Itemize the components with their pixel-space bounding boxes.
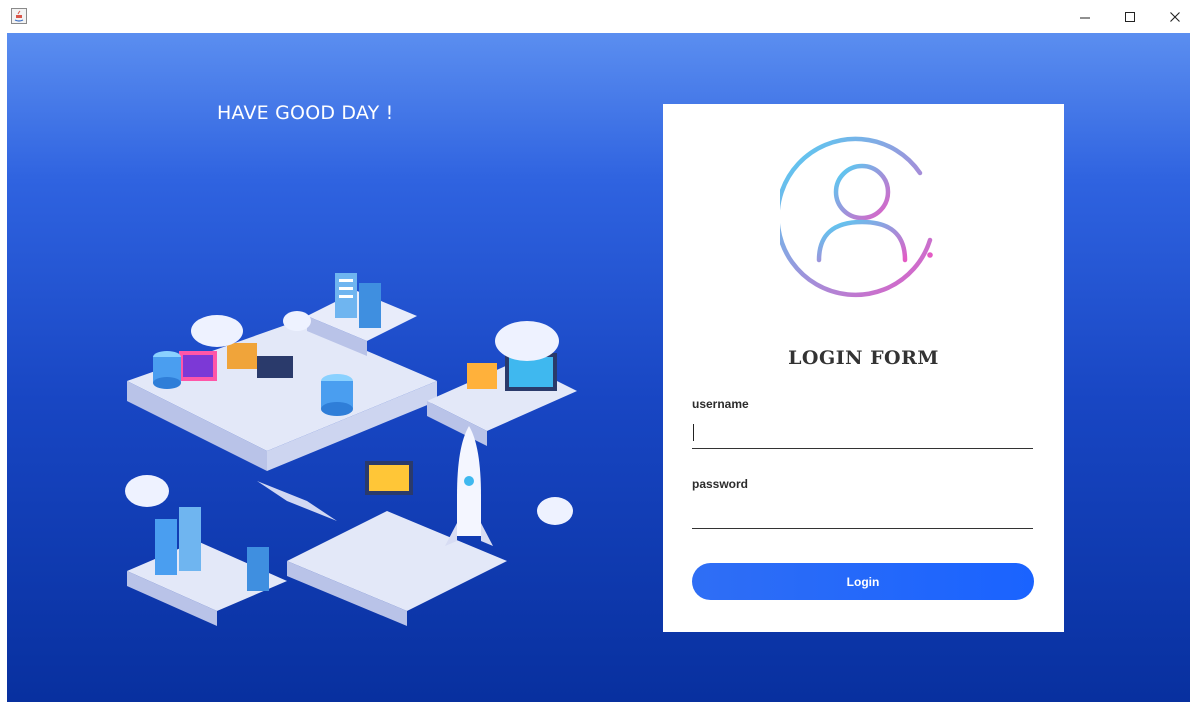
password-input[interactable] xyxy=(692,502,1033,529)
close-icon xyxy=(1170,11,1180,22)
text-caret xyxy=(693,424,694,441)
maximize-button[interactable] xyxy=(1110,0,1150,33)
user-avatar-icon xyxy=(780,136,933,298)
username-input[interactable] xyxy=(692,422,1033,449)
maximize-icon xyxy=(1125,11,1135,22)
main-panel: HAVE GOOD DAY ! LOGIN FORM username pass… xyxy=(7,33,1190,702)
login-button[interactable]: Login xyxy=(692,563,1034,600)
login-card: LOGIN FORM username password Login xyxy=(663,104,1064,632)
greeting-text: HAVE GOOD DAY ! xyxy=(217,102,394,124)
minimize-button[interactable] xyxy=(1065,0,1105,33)
window-titlebar xyxy=(0,0,1195,33)
username-label: username xyxy=(692,397,749,411)
minimize-icon xyxy=(1080,17,1090,18)
java-app-icon xyxy=(11,8,27,24)
password-label: password xyxy=(692,477,749,491)
isometric-tech-city-illustration xyxy=(125,273,577,626)
form-title: LOGIN FORM xyxy=(788,347,939,369)
close-button[interactable] xyxy=(1155,0,1195,33)
